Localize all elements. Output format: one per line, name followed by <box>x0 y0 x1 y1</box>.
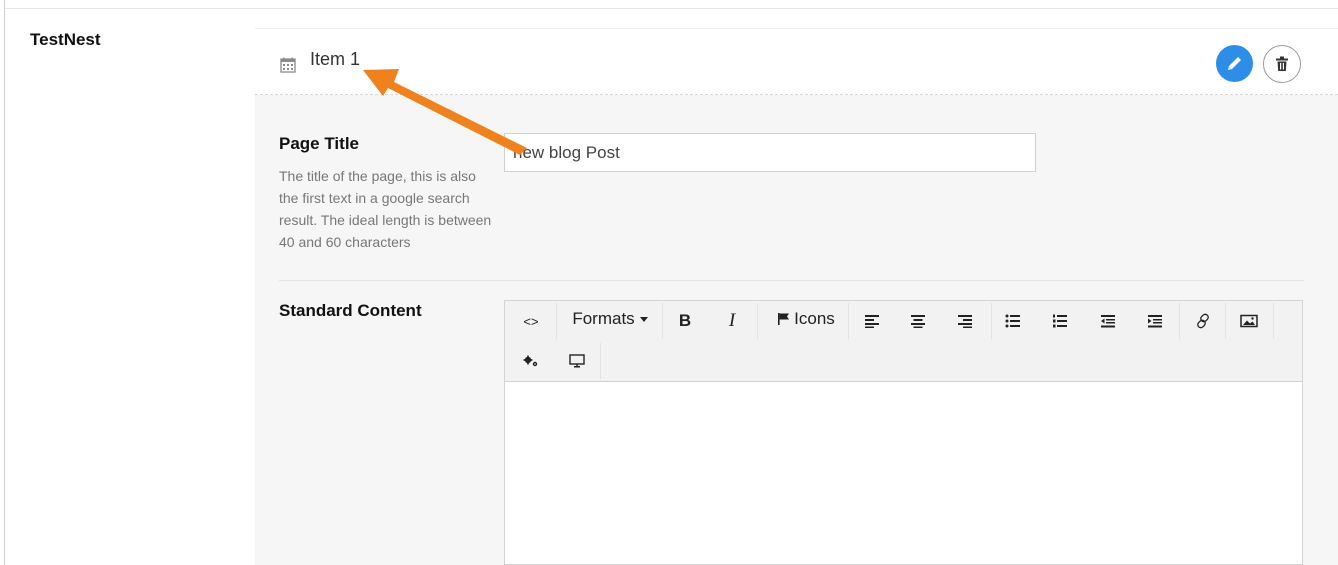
toolbar-separator <box>1273 303 1274 339</box>
italic-label: I <box>728 310 736 331</box>
formats-dropdown[interactable]: Formats <box>560 301 660 337</box>
gears-icon <box>523 355 538 367</box>
outdent-icon <box>1101 315 1115 328</box>
formats-label: Formats <box>572 309 635 328</box>
toolbar-separator <box>1225 303 1226 339</box>
toolbar-separator <box>991 303 992 339</box>
toolbar-separator <box>1179 303 1180 339</box>
numbered-list-icon <box>1053 314 1067 328</box>
rich-text-toolbar: <> Formats B I Icons <box>504 300 1303 382</box>
toolbar-separator <box>662 303 663 339</box>
monitor-icon <box>569 354 585 368</box>
nested-item-header[interactable]: Item 1 <box>255 28 1338 95</box>
standard-content-label: Standard Content <box>279 301 422 320</box>
property-label: TestNest <box>30 30 101 49</box>
toolbar-separator <box>556 303 557 339</box>
calendar-icon <box>279 56 297 74</box>
outdent-button[interactable] <box>1088 303 1128 339</box>
macro-button[interactable] <box>511 343 551 379</box>
page-left-border <box>4 0 5 565</box>
source-code-label: <> <box>523 313 539 329</box>
image-icon <box>1240 314 1258 328</box>
numbered-list-button[interactable] <box>1040 303 1080 339</box>
rich-text-editor-body[interactable] <box>504 381 1303 565</box>
bullet-list-button[interactable] <box>993 303 1033 339</box>
indent-icon <box>1148 315 1162 328</box>
flag-icon <box>778 313 790 325</box>
italic-button[interactable]: I <box>712 303 752 339</box>
align-right-icon <box>958 315 972 328</box>
insert-link-button[interactable] <box>1183 303 1223 339</box>
toolbar-separator <box>848 303 849 339</box>
page-title-description: The title of the page, this is also the … <box>279 168 492 250</box>
bullet-list-icon <box>1005 314 1020 328</box>
icons-button[interactable]: Icons <box>761 301 851 337</box>
indent-button[interactable] <box>1135 303 1175 339</box>
link-icon <box>1197 313 1209 329</box>
align-left-button[interactable] <box>852 303 892 339</box>
edit-button[interactable] <box>1216 45 1253 82</box>
align-left-icon <box>865 315 879 328</box>
pencil-icon <box>1228 57 1241 70</box>
toolbar-separator <box>757 303 758 339</box>
preview-button[interactable] <box>557 343 597 379</box>
toolbar-separator <box>600 343 601 379</box>
align-center-icon <box>911 315 925 328</box>
icons-label: Icons <box>794 309 835 328</box>
trash-icon <box>1276 56 1288 71</box>
section-divider <box>5 8 1338 9</box>
bold-button[interactable]: B <box>665 303 705 339</box>
caret-down-icon <box>639 316 648 322</box>
insert-image-button[interactable] <box>1229 303 1269 339</box>
page-title-input[interactable] <box>504 133 1036 172</box>
field-divider <box>279 280 1304 281</box>
align-center-button[interactable] <box>898 303 938 339</box>
nested-content-panel: Item 1 Page Title The title of the page,… <box>255 28 1338 565</box>
delete-button[interactable] <box>1263 45 1301 83</box>
bold-label: B <box>678 311 692 330</box>
source-code-button[interactable]: <> <box>511 303 551 339</box>
align-right-button[interactable] <box>945 303 985 339</box>
nested-item-name[interactable]: Item 1 <box>310 49 360 70</box>
page-title-label: Page Title <box>279 134 359 153</box>
